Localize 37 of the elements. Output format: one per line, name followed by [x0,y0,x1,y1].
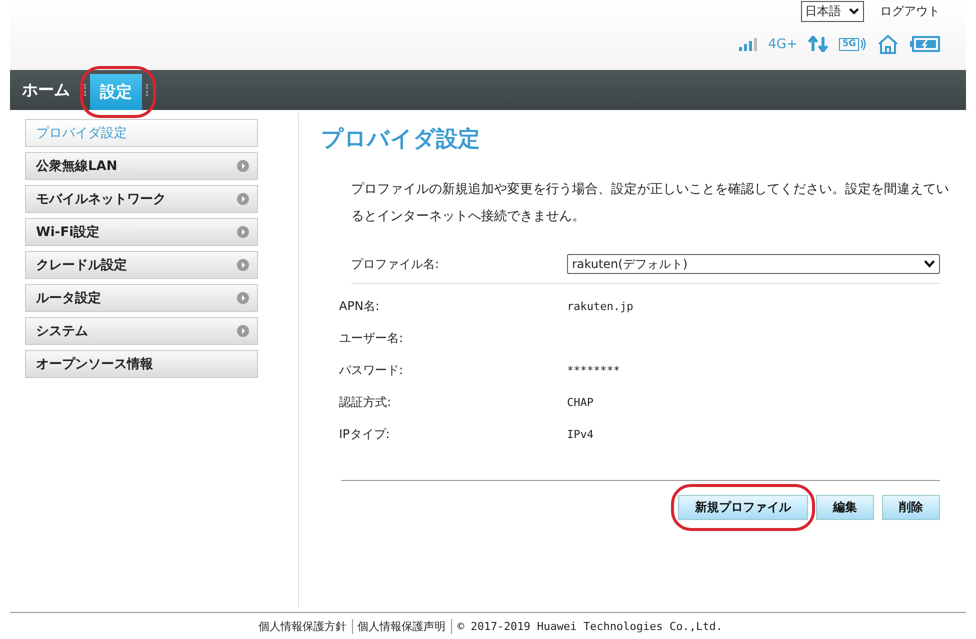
copyright-text: © 2017-2019 Huawei Technologies Co.,Ltd. [456,620,722,632]
field-value: IPv4 [567,428,594,440]
nav-tab[interactable]: ホーム [12,70,80,110]
sidebar-item[interactable]: Wi-Fi設定 [25,218,258,246]
field-value: rakuten.jp [567,300,634,312]
field-label: パスワード: [339,362,404,378]
field-label: APN名: [339,298,380,314]
field-value: CHAP [567,396,594,408]
signal-waves-icon [860,38,866,50]
action-button[interactable]: 新規プロファイル [678,495,808,520]
network-type: 4G+ [768,36,798,52]
language-select[interactable]: 日本語 [801,0,864,22]
home-icon [877,34,899,54]
sidebar-item[interactable]: クレードル設定 [25,251,258,279]
sidebar-item[interactable]: 公衆無線LAN [25,152,258,180]
field-label: 認証方式: [339,394,392,410]
action-button[interactable]: 編集 [816,495,874,520]
signal-icon [739,38,758,50]
sidebar-item[interactable]: システム [25,317,258,345]
field-label: IPタイプ: [339,426,391,442]
action-button[interactable]: 削除 [882,495,940,520]
page-title: プロバイダ設定 [321,126,481,154]
sidebar-item[interactable]: モバイルネットワーク [25,185,258,213]
footer-link[interactable]: 個人情報保護方針 [254,618,353,634]
battery-charging-icon [910,36,940,52]
field-value: ******** [567,364,620,376]
data-transfer-icon [808,36,828,52]
sidebar-item[interactable]: ルータ設定 [25,284,258,312]
field-label: ユーザー名: [339,330,404,346]
sidebar-item[interactable]: オープンソース情報 [25,350,258,378]
chevron-down-icon [849,8,859,14]
profile-select[interactable]: rakuten(デフォルト) [567,254,940,274]
field-label: プロファイル名: [351,256,440,272]
logout-link[interactable]: ログアウト [880,2,940,20]
footer-link[interactable]: 個人情報保護声明 [352,618,452,634]
description-text: プロファイルの新規追加や変更を行う場合、設定が正しいことを確認してください。設定を間違えているとインターネットへ接続できません。 [351,181,950,226]
chevron-down-icon [924,260,935,268]
